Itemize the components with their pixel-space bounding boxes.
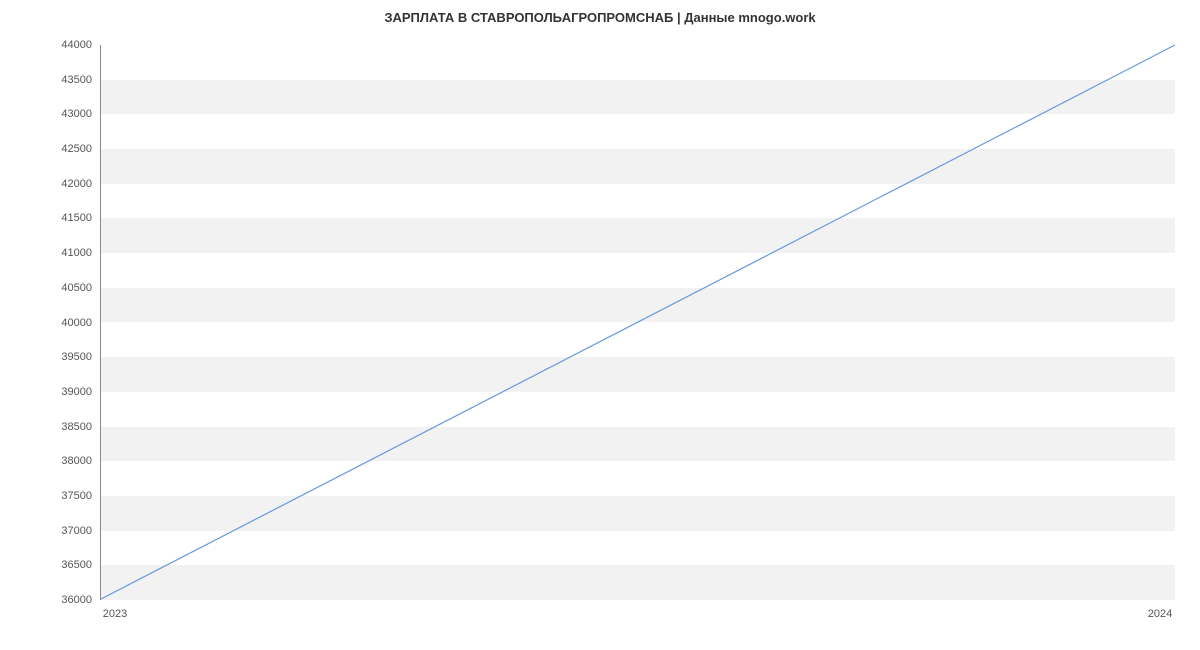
y-tick-label: 41000 <box>32 247 92 259</box>
y-tick-label: 39500 <box>32 351 92 363</box>
y-tick-label: 36000 <box>32 594 92 606</box>
y-tick-label: 42000 <box>32 178 92 190</box>
x-tick-label: 2024 <box>1148 608 1172 620</box>
y-tick-label: 43000 <box>32 108 92 120</box>
y-tick-label: 42500 <box>32 143 92 155</box>
y-tick-label: 37000 <box>32 525 92 537</box>
y-tick-label: 43500 <box>32 74 92 86</box>
y-tick-label: 38000 <box>32 455 92 467</box>
chart-title: ЗАРПЛАТА В СТАВРОПОЛЬАГРОПРОМСНАБ | Данн… <box>0 10 1200 25</box>
y-tick-label: 36500 <box>32 559 92 571</box>
x-tick-label: 2023 <box>103 608 127 620</box>
chart-line-svg <box>101 45 1175 599</box>
y-tick-label: 39000 <box>32 386 92 398</box>
y-tick-label: 37500 <box>32 490 92 502</box>
y-tick-label: 40500 <box>32 282 92 294</box>
plot-area <box>100 45 1175 600</box>
data-line <box>101 45 1175 599</box>
y-tick-label: 44000 <box>32 39 92 51</box>
y-tick-label: 40000 <box>32 317 92 329</box>
y-tick-label: 38500 <box>32 421 92 433</box>
y-tick-label: 41500 <box>32 212 92 224</box>
